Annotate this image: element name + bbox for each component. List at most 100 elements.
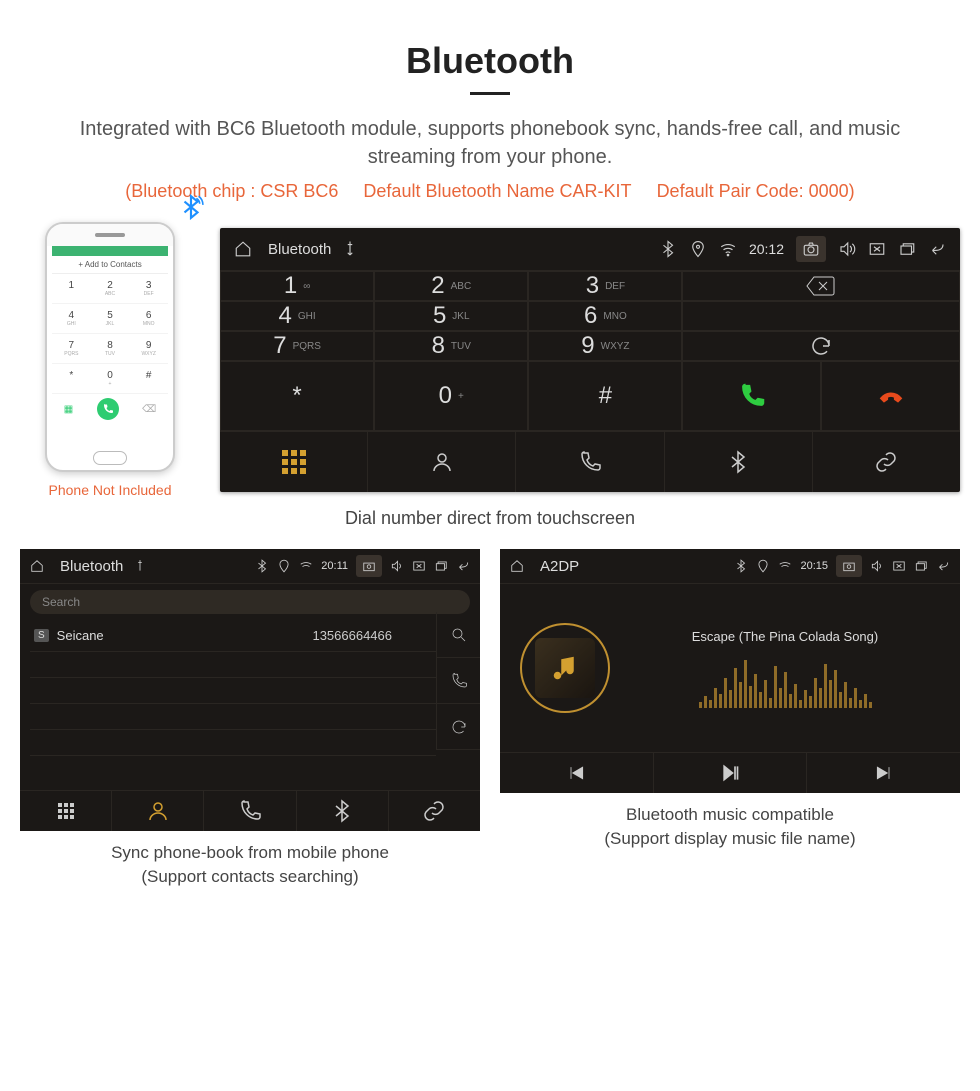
- home-icon[interactable]: [234, 240, 252, 258]
- tab-recent[interactable]: [516, 432, 664, 492]
- search-icon[interactable]: [436, 612, 480, 658]
- list-item: [30, 678, 436, 704]
- volume-icon[interactable]: [870, 559, 884, 573]
- camera-icon[interactable]: [796, 236, 826, 262]
- dialer-head-unit: Bluetooth 20:12 1∞ 2ABC 3DEF 4GHI 5JK: [220, 228, 960, 492]
- key-9[interactable]: 9WXYZ: [528, 331, 682, 361]
- close-x-icon[interactable]: [868, 240, 886, 258]
- tab-bluetooth[interactable]: [665, 432, 813, 492]
- tab-contacts[interactable]: [112, 791, 204, 831]
- backspace-button[interactable]: [682, 271, 960, 301]
- dialpad-grid-icon: [282, 450, 306, 474]
- home-icon[interactable]: [510, 559, 524, 573]
- back-icon[interactable]: [456, 559, 470, 573]
- key-0[interactable]: 0+: [374, 361, 528, 431]
- hangup-button[interactable]: [821, 361, 960, 431]
- bluetooth-tab-icon: [330, 799, 354, 823]
- location-icon: [277, 559, 291, 573]
- close-x-icon[interactable]: [412, 559, 426, 573]
- contacts-status-title: Bluetooth: [60, 558, 123, 575]
- phone-backspace-icon: ⌫: [142, 404, 156, 415]
- prev-track-button[interactable]: [500, 753, 654, 793]
- camera-icon[interactable]: [356, 555, 382, 577]
- dialpad-grid-icon: [58, 803, 74, 819]
- recent-apps-icon[interactable]: [434, 559, 448, 573]
- music-status-title: A2DP: [540, 558, 579, 575]
- title-underline: [470, 92, 510, 95]
- tab-pair[interactable]: [813, 432, 960, 492]
- contacts-head-unit: Bluetooth 20:11 Search: [20, 549, 480, 831]
- empty-side-1: [682, 301, 960, 331]
- camera-icon[interactable]: [836, 555, 862, 577]
- tab-contacts[interactable]: [368, 432, 516, 492]
- phone-icon: [238, 799, 262, 823]
- tab-pair[interactable]: [389, 791, 480, 831]
- phone-device: + Add to Contacts 12ABC3DEF4GHI5JKL6MNO7…: [45, 222, 175, 472]
- phone-home-button: [93, 451, 127, 465]
- home-icon[interactable]: [30, 559, 44, 573]
- list-item: [30, 652, 436, 678]
- phone-key: #: [129, 364, 168, 394]
- phone-icon: [578, 450, 602, 474]
- phone-key: 3DEF: [129, 274, 168, 304]
- contacts-status-time: 20:11: [321, 560, 348, 572]
- list-item: [30, 704, 436, 730]
- close-x-icon[interactable]: [892, 559, 906, 573]
- volume-icon[interactable]: [838, 240, 856, 258]
- contact-badge: S: [34, 629, 49, 642]
- recent-apps-icon[interactable]: [914, 559, 928, 573]
- spec-name: Default Bluetooth Name CAR-KIT: [363, 181, 631, 201]
- wifi-icon: [719, 240, 737, 258]
- next-track-button[interactable]: [807, 753, 960, 793]
- wifi-icon: [299, 559, 313, 573]
- location-icon: [756, 559, 770, 573]
- status-time: 20:12: [749, 241, 784, 257]
- key-5[interactable]: 5JKL: [374, 301, 528, 331]
- refresh-button[interactable]: [682, 331, 960, 361]
- call-button[interactable]: [682, 361, 821, 431]
- key-hash[interactable]: #: [528, 361, 682, 431]
- tab-recent[interactable]: [204, 791, 296, 831]
- volume-icon[interactable]: [390, 559, 404, 573]
- tab-bluetooth[interactable]: [297, 791, 389, 831]
- contacts-tabbar: [20, 790, 480, 831]
- music-note-icon: [550, 653, 580, 683]
- key-7[interactable]: 7PQRS: [220, 331, 374, 361]
- phone-keypad-icon: ▦: [64, 404, 73, 415]
- key-6[interactable]: 6MNO: [528, 301, 682, 331]
- location-icon: [689, 240, 707, 258]
- back-icon[interactable]: [936, 559, 950, 573]
- call-side-icon[interactable]: [436, 658, 480, 704]
- tab-dialpad[interactable]: [20, 791, 112, 831]
- contact-row[interactable]: S Seicane 13566664466: [30, 620, 436, 652]
- search-input[interactable]: Search: [30, 590, 470, 614]
- person-icon: [146, 799, 170, 823]
- recent-apps-icon[interactable]: [898, 240, 916, 258]
- back-icon[interactable]: [928, 240, 946, 258]
- refresh-side-icon[interactable]: [436, 704, 480, 750]
- page-title: Bluetooth: [20, 40, 960, 82]
- music-status-bar: A2DP 20:15: [500, 549, 960, 584]
- phone-key: 0+: [91, 364, 130, 394]
- phone-key: 6MNO: [129, 304, 168, 334]
- contact-name: Seicane: [57, 628, 104, 643]
- spec-line: (Bluetooth chip : CSR BC6 Default Blueto…: [20, 181, 960, 202]
- wifi-icon: [778, 559, 792, 573]
- key-2[interactable]: 2ABC: [374, 271, 528, 301]
- music-controls: [500, 752, 960, 793]
- album-art: [520, 623, 610, 713]
- key-1[interactable]: 1∞: [220, 271, 374, 301]
- music-area: Escape (The Pina Colada Song): [500, 584, 960, 752]
- contacts-caption: Sync phone-book from mobile phone (Suppo…: [20, 841, 480, 889]
- music-status-time: 20:15: [800, 560, 828, 572]
- music-caption: Bluetooth music compatible (Support disp…: [500, 803, 960, 851]
- key-3[interactable]: 3DEF: [528, 271, 682, 301]
- key-8[interactable]: 8TUV: [374, 331, 528, 361]
- key-star[interactable]: *: [220, 361, 374, 431]
- side-action-bar: [436, 612, 480, 750]
- play-pause-button[interactable]: [654, 753, 808, 793]
- usb-icon: [341, 240, 359, 258]
- tab-dialpad[interactable]: [220, 432, 368, 492]
- key-4[interactable]: 4GHI: [220, 301, 374, 331]
- bluetooth-icon: [734, 559, 748, 573]
